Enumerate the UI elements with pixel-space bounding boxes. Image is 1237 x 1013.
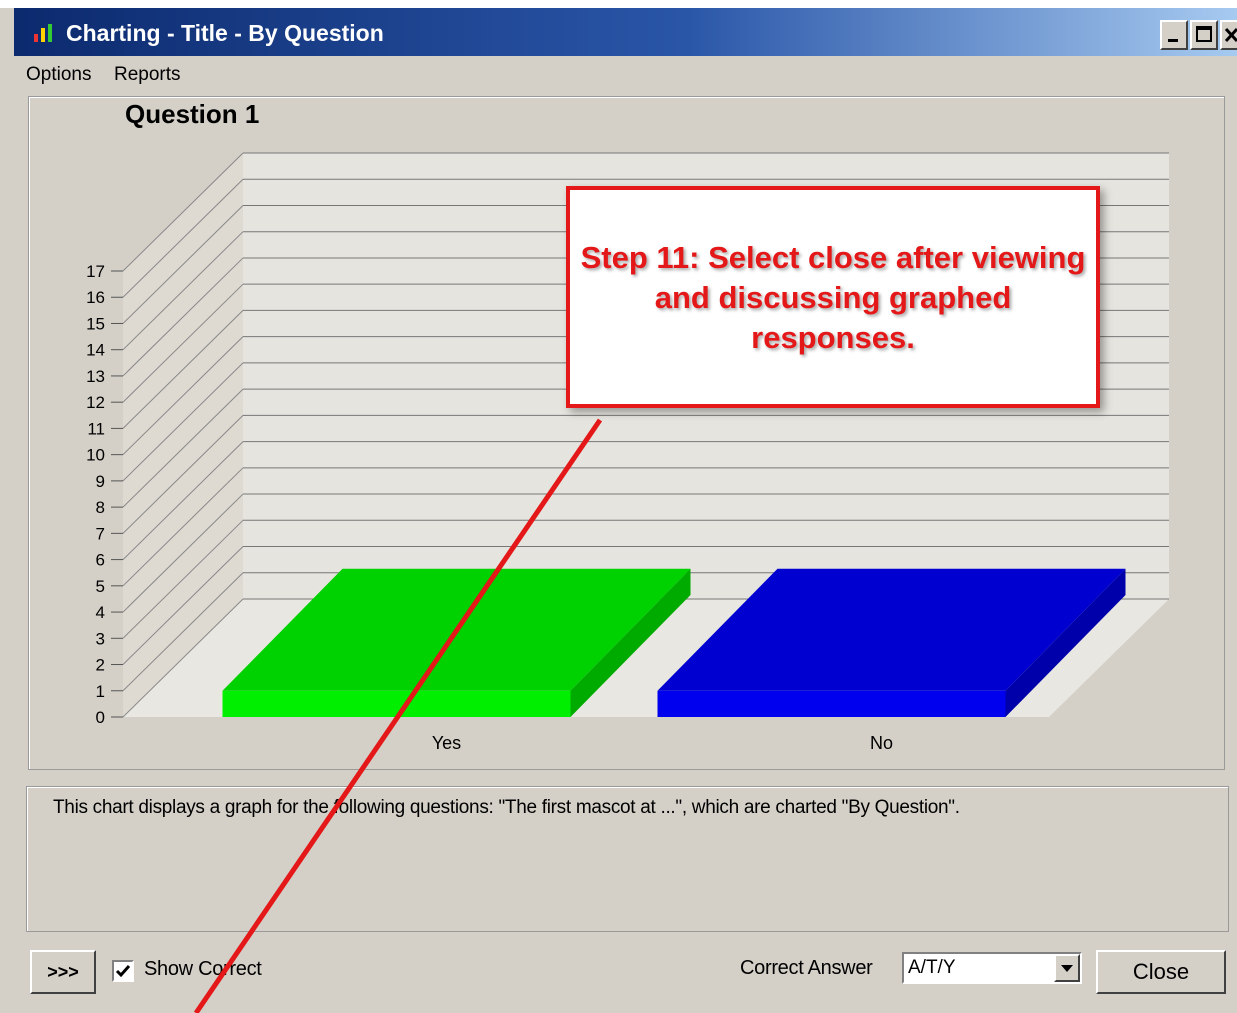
close-button[interactable]: Close — [1096, 950, 1226, 994]
window-titlebar[interactable]: Charting - Title - By Question — [14, 8, 1237, 56]
maximize-button[interactable] — [1190, 20, 1218, 50]
expand-button[interactable]: >>> — [30, 950, 96, 994]
menu-options[interactable]: Options — [26, 64, 91, 86]
x-tick-label: No — [870, 733, 893, 753]
annotation-callout: Step 11: Select close after viewing and … — [566, 186, 1100, 408]
y-tick-label: 15 — [86, 314, 105, 333]
checkmark-icon — [115, 965, 131, 978]
correct-answer-label: Correct Answer — [740, 957, 873, 979]
correct-answer-select[interactable]: A/T/Y — [902, 952, 1082, 984]
bar-chart-icon — [32, 24, 56, 42]
bar-yes — [222, 690, 571, 717]
background-strip — [0, 0, 1237, 8]
chevron-down-icon — [1061, 965, 1073, 972]
x-tick-label: Yes — [432, 733, 461, 753]
description-panel: This chart displays a graph for the foll… — [26, 786, 1229, 932]
dropdown-button[interactable] — [1054, 954, 1080, 982]
maximize-icon — [1196, 26, 1212, 42]
chart-title: Question 1 — [125, 99, 259, 129]
close-icon — [1224, 27, 1237, 43]
y-tick-label: 1 — [96, 682, 105, 701]
close-window-button[interactable] — [1220, 20, 1237, 50]
y-tick-label: 5 — [96, 577, 105, 596]
minimize-button[interactable] — [1160, 20, 1188, 50]
show-correct-label: Show Correct — [144, 958, 262, 980]
show-correct-checkbox[interactable] — [112, 960, 134, 982]
menu-bar: Options Reports — [14, 58, 1237, 90]
y-tick-label: 9 — [96, 472, 105, 491]
y-tick-label: 6 — [96, 551, 105, 570]
y-tick-label: 8 — [96, 498, 105, 517]
annotation-text: Step 11: Select close after viewing and … — [580, 240, 1086, 355]
y-tick-label: 4 — [96, 603, 105, 622]
y-tick-label: 17 — [86, 262, 105, 281]
y-tick-label: 3 — [96, 629, 105, 648]
chart-description: This chart displays a graph for the foll… — [53, 797, 960, 818]
y-tick-label: 10 — [86, 446, 105, 465]
minimize-icon — [1168, 39, 1178, 42]
menu-reports[interactable]: Reports — [114, 64, 181, 86]
window-title: Charting - Title - By Question — [66, 20, 384, 46]
y-tick-label: 7 — [96, 524, 105, 543]
bar-no — [657, 690, 1006, 717]
y-tick-label: 12 — [86, 393, 105, 412]
correct-answer-value: A/T/Y — [908, 957, 956, 978]
y-tick-label: 11 — [87, 419, 105, 438]
y-tick-label: 16 — [86, 288, 105, 307]
y-tick-label: 13 — [86, 367, 105, 386]
y-tick-label: 14 — [86, 341, 105, 360]
y-tick-label: 2 — [96, 656, 105, 675]
y-tick-label: 0 — [96, 708, 105, 727]
